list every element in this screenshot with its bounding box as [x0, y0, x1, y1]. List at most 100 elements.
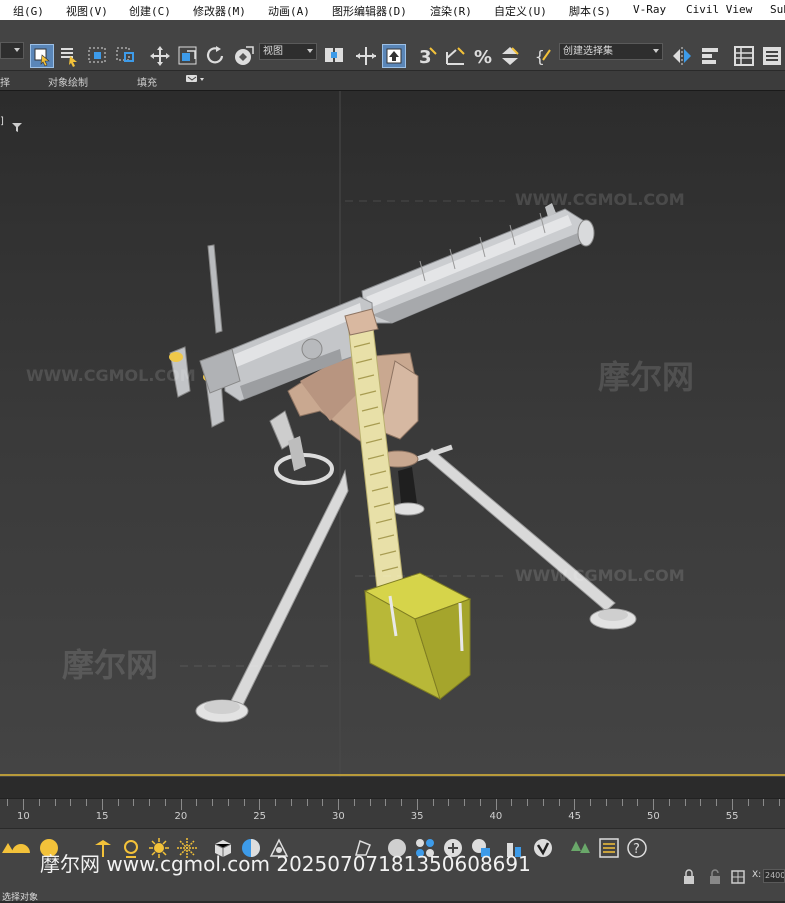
timeline-tick — [574, 799, 576, 810]
forest-icon[interactable] — [570, 837, 592, 859]
menu-modifiers[interactable]: 修改器(M) — [193, 3, 246, 19]
help-icon[interactable]: ? — [626, 837, 648, 859]
ribbon-tab-object-paint[interactable]: 对象绘制 — [48, 74, 88, 89]
timeline-tick — [479, 799, 481, 806]
timeline-tick — [558, 799, 560, 806]
lock-selection-icon[interactable] — [682, 869, 700, 889]
x-coordinate-field[interactable]: 2400 — [763, 869, 785, 883]
window-crossing-icon[interactable] — [114, 44, 138, 68]
timeline-tick — [196, 799, 198, 806]
timeline-tick — [86, 799, 87, 806]
timeline-tick — [338, 799, 339, 810]
timeline-frame-number: 20 — [174, 811, 188, 822]
timeline-tick — [369, 799, 371, 806]
x-coordinate-label: X: — [752, 870, 762, 880]
scene-explorer-icon[interactable] — [732, 44, 756, 68]
absolute-mode-icon[interactable] — [730, 869, 746, 889]
align-icon[interactable] — [698, 44, 722, 68]
pivot-center-icon[interactable] — [322, 44, 346, 68]
menu-customize[interactable]: 自定义(U) — [494, 3, 547, 19]
tripod-foot-right-top — [598, 609, 628, 621]
timeline-tick — [306, 799, 308, 806]
tripod-leg-right — [424, 448, 616, 612]
list-panel-icon[interactable] — [598, 837, 620, 859]
viewport-active-border — [0, 774, 785, 776]
tripod-foot-left-top — [204, 700, 240, 714]
move-icon[interactable] — [148, 44, 172, 68]
timeline-tick — [605, 799, 607, 806]
menu-civil-view[interactable]: Civil View — [686, 3, 752, 16]
rotate-icon[interactable] — [204, 44, 228, 68]
select-by-name-icon[interactable] — [58, 44, 82, 68]
timeline-tick — [432, 799, 434, 806]
select-manipulate-icon[interactable] — [354, 44, 378, 68]
main-toolbar: 视图 3 % { 创建选择集 — [0, 20, 785, 70]
timeline-tick — [401, 799, 402, 806]
scale-icon[interactable] — [176, 44, 200, 68]
named-selection-set-dropdown[interactable]: 创建选择集 — [559, 43, 663, 60]
rectangular-selection-icon[interactable] — [86, 44, 110, 68]
ribbon-options-icon[interactable] — [186, 73, 206, 88]
angle-snap-icon[interactable] — [444, 44, 468, 68]
timeline-tick — [7, 799, 9, 806]
muzzle-cap — [577, 219, 595, 247]
menu-substance[interactable]: Sub — [770, 3, 785, 16]
timeline-tick — [164, 799, 166, 806]
menu-vray[interactable]: V-Ray — [633, 3, 666, 16]
percent-snap-icon[interactable]: % — [472, 44, 496, 68]
vray-icon[interactable] — [532, 837, 554, 859]
ribbon-tab-selection[interactable]: 择 — [0, 74, 10, 89]
timeline-frame-number: 55 — [725, 811, 739, 822]
keyboard-shortcut-override-icon[interactable] — [382, 44, 406, 68]
svg-text:%: % — [474, 47, 492, 68]
status-text: 选择对象 — [2, 893, 39, 903]
mirror-icon[interactable] — [670, 44, 694, 68]
watermark-url: WWW.CGMOL.COM — [515, 566, 685, 585]
timeline-tick — [290, 799, 292, 806]
layer-explorer-icon[interactable] — [760, 44, 784, 68]
timeline-tick — [101, 799, 103, 810]
ribbon-tab-populate[interactable]: 填充 — [137, 74, 157, 89]
menu-group[interactable]: 组(G) — [13, 3, 44, 19]
place-icon[interactable] — [232, 44, 256, 68]
timeline-tick — [464, 799, 465, 806]
timeline-tick — [542, 799, 544, 806]
spinner-snap-icon[interactable] — [498, 44, 522, 68]
timeline-tick — [637, 799, 639, 806]
timeline-tick — [54, 799, 56, 806]
selection-filter-dropdown[interactable] — [0, 42, 24, 59]
isolate-selection-icon[interactable] — [708, 869, 722, 889]
timeline-frame-number: 10 — [17, 811, 30, 822]
edit-named-selection-icon[interactable]: { — [534, 44, 558, 68]
timeline-tick — [527, 799, 528, 806]
snap-icon[interactable]: 3 — [416, 44, 440, 68]
menu-animation[interactable]: 动画(A) — [268, 3, 310, 19]
timeline-tick — [275, 799, 276, 806]
select-object-icon[interactable] — [30, 44, 54, 68]
viewport-filter-icon[interactable] — [12, 117, 22, 136]
timeline-tick — [495, 799, 497, 810]
timeline-tick — [353, 799, 355, 806]
menu-graph-editors[interactable]: 图形编辑器(D) — [332, 3, 407, 19]
timeline-tick — [731, 799, 733, 810]
timeline-tick — [747, 799, 749, 806]
menu-create[interactable]: 创建(C) — [129, 3, 171, 19]
menu-views[interactable]: 视图(V) — [66, 3, 108, 19]
timeline-ruler[interactable]: 10 15 20 25 30 35 40 45 50 55 — [0, 798, 785, 829]
viewport-label[interactable]: ] — [0, 116, 4, 127]
timeline-frame-number: 40 — [489, 811, 503, 822]
reference-coordinate-dropdown[interactable]: 视图 — [259, 43, 317, 60]
rear-sight-leaf — [207, 244, 223, 334]
timeline-tick — [38, 799, 40, 806]
timeline-frame-number: 50 — [647, 811, 660, 822]
ammo-box-model — [363, 572, 472, 700]
omni-light-icon[interactable] — [10, 837, 32, 859]
timeline-tick — [590, 799, 591, 806]
menu-scripting[interactable]: 脚本(S) — [569, 3, 611, 19]
timeline-frame-number: 15 — [95, 811, 109, 822]
timeline-tick — [180, 799, 182, 810]
menu-rendering[interactable]: 渲染(R) — [430, 3, 472, 19]
timeline-tick — [212, 799, 213, 806]
timeline-tick — [149, 799, 150, 806]
grip-cap-left — [169, 352, 183, 362]
